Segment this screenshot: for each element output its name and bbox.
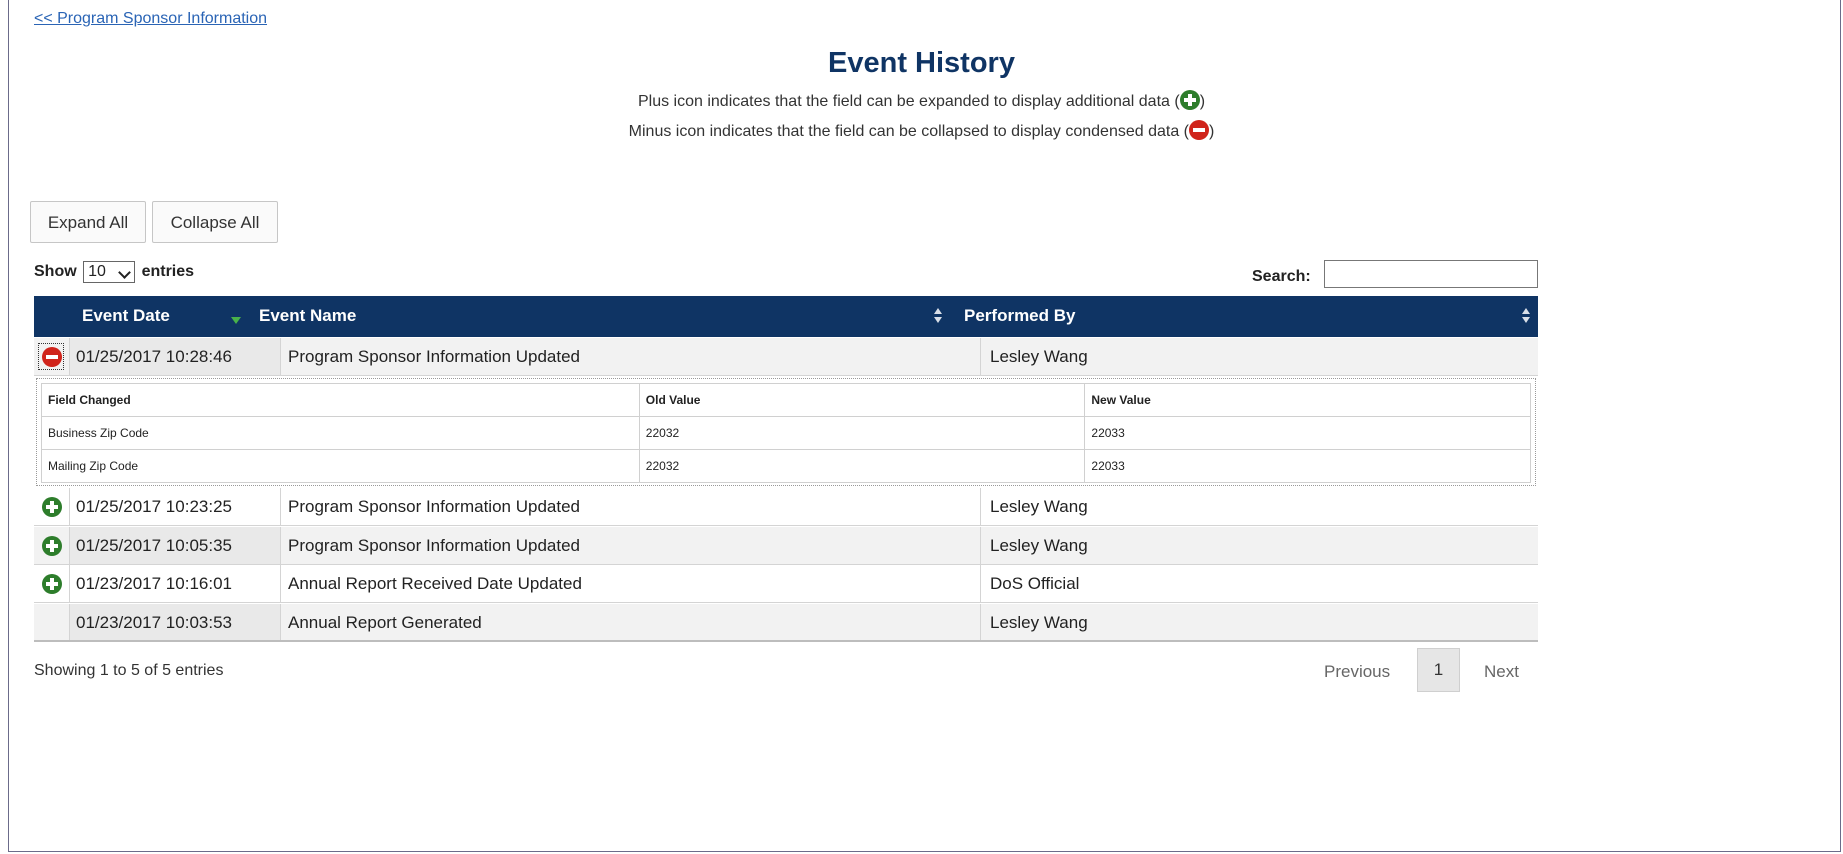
detail-column-field: Field Changed [41,383,640,417]
table-info: Showing 1 to 5 of 5 entries [34,662,224,679]
performed-by: Lesley Wang [990,536,1088,555]
detail-column-old: Old Value [638,383,1086,417]
minus-hint: Minus icon indicates that the field can … [0,120,1843,141]
performed-by: DoS Official [990,574,1080,593]
page-1-button[interactable]: 1 [1417,648,1460,692]
event-name: Program Sponsor Information Updated [281,488,981,525]
sort-desc-icon [231,317,241,324]
minus-hint-text: Minus icon indicates that the field can … [628,123,1190,140]
column-event-date[interactable]: Event Date [82,306,170,326]
previous-button[interactable]: Previous [1324,662,1390,682]
performed-by: Lesley Wang [990,613,1088,632]
field-changed: Mailing Zip Code [41,449,640,483]
table-row: 01/25/2017 10:23:25 Program Sponsor Info… [34,488,1538,526]
column-event-name[interactable]: Event Name [259,306,356,326]
table-row: 01/23/2017 10:16:01 Annual Report Receiv… [34,565,1538,603]
plus-hint-text: Plus icon indicates that the field can b… [637,93,1180,110]
event-name: Annual Report Received Date Updated [281,565,981,602]
chevron-down-icon [118,266,131,279]
row-toggle-cell[interactable] [34,488,70,525]
row-toggle-cell [34,604,70,640]
sort-icon [934,308,942,324]
table-row: 01/23/2017 10:03:53 Annual Report Genera… [34,604,1538,642]
length-control: Show 10 entries [34,261,194,283]
plus-hint: Plus icon indicates that the field can b… [0,90,1843,111]
collapse-all-button[interactable]: Collapse All [152,201,278,243]
row-toggle-cell[interactable] [34,338,70,375]
event-name: Program Sponsor Information Updated [281,527,981,564]
sort-icon [1522,308,1530,324]
event-date: 01/25/2017 10:28:46 [70,338,281,375]
event-date: 01/23/2017 10:03:53 [70,604,281,640]
old-value: 22032 [638,416,1086,450]
plus-icon[interactable] [42,497,62,517]
event-name: Program Sponsor Information Updated [281,338,981,375]
plus-hint-close: ) [1199,93,1206,110]
detail-column-new: New Value [1084,383,1531,417]
new-value: 22033 [1084,416,1531,450]
search-input[interactable] [1324,260,1538,288]
row-toggle-cell[interactable] [34,527,70,564]
performed-by: Lesley Wang [990,497,1088,516]
next-button[interactable]: Next [1484,662,1519,682]
performed-by: Lesley Wang [990,347,1088,366]
column-performed-by[interactable]: Performed By [964,306,1075,326]
minus-icon[interactable] [42,347,62,367]
old-value: 22032 [638,449,1086,483]
detail-row: Mailing Zip Code 22032 22033 [41,449,1531,483]
event-name: Annual Report Generated [281,604,981,640]
page-title: Event History [828,47,1015,79]
entries-select-value: 10 [88,263,106,280]
plus-icon[interactable] [42,536,62,556]
table-header: Event Date Event Name Performed By [34,296,1538,337]
detail-panel: Field Changed Old Value New Value Busine… [36,378,1536,486]
row-toggle-cell[interactable] [34,565,70,602]
back-link[interactable]: << Program Sponsor Information [34,10,267,28]
minus-hint-close: ) [1209,123,1215,140]
event-date: 01/25/2017 10:05:35 [70,527,281,564]
detail-row: Business Zip Code 22032 22033 [41,416,1531,450]
detail-table: Field Changed Old Value New Value Busine… [41,383,1531,483]
show-label: Show [34,263,77,281]
event-date: 01/25/2017 10:23:25 [70,488,281,525]
search-label: Search: [1252,268,1311,285]
detail-header-row: Field Changed Old Value New Value [41,383,1531,417]
minus-icon [1189,120,1210,140]
plus-icon[interactable] [42,574,62,594]
expand-all-button[interactable]: Expand All [30,201,146,243]
event-date: 01/23/2017 10:16:01 [70,565,281,602]
table-row: 01/25/2017 10:28:46 Program Sponsor Info… [34,338,1538,376]
plus-icon [1179,90,1200,110]
new-value: 22033 [1084,449,1531,483]
entries-select[interactable]: 10 [83,261,136,283]
entries-label: entries [141,263,195,281]
table-row: 01/25/2017 10:05:35 Program Sponsor Info… [34,527,1538,565]
field-changed: Business Zip Code [41,416,640,450]
